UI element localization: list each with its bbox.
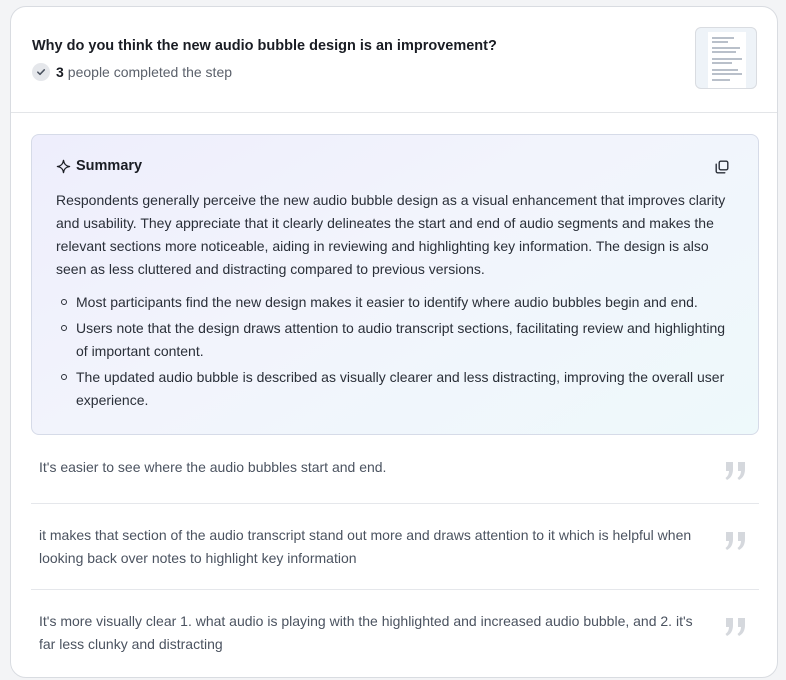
response-item: It's more visually clear 1. what audio i… <box>31 590 759 676</box>
summary-bullets: Most participants find the new design ma… <box>56 291 732 415</box>
completion-status: 3 people completed the step <box>32 63 232 81</box>
summary-bullet: The updated audio bubble is described as… <box>56 366 732 412</box>
summary-text: Respondents generally perceive the new a… <box>56 192 726 277</box>
quote-icon <box>725 532 745 550</box>
summary-title: Summary <box>76 158 143 174</box>
question-title: Why do you think the new audio bubble de… <box>32 38 497 54</box>
copy-summary-button[interactable] <box>712 157 732 177</box>
sparkle-icon <box>56 159 71 173</box>
check-icon <box>32 63 50 81</box>
summary-panel: Summary Respondents generally perceive t… <box>31 134 759 435</box>
completed-count: 3 <box>56 64 64 80</box>
step-thumbnail[interactable] <box>695 27 757 89</box>
summary-bullet: Most participants find the new design ma… <box>56 291 732 314</box>
response-text: It's more visually clear 1. what audio i… <box>39 613 693 652</box>
quote-icon <box>725 462 745 480</box>
thumbnail-page <box>708 32 746 88</box>
copy-icon <box>715 160 729 174</box>
question-header: Why do you think the new audio bubble de… <box>11 7 777 113</box>
summary-bullet: Users note that the design draws attenti… <box>56 317 732 363</box>
response-text: It's easier to see where the audio bubbl… <box>39 459 387 475</box>
summary-heading: Summary <box>56 158 142 174</box>
completed-label: people completed the step <box>67 64 233 80</box>
response-item: It's easier to see where the audio bubbl… <box>31 435 759 504</box>
response-item: it makes that section of the audio trans… <box>31 504 759 590</box>
quote-icon <box>725 618 745 636</box>
response-list: It's easier to see where the audio bubbl… <box>31 435 759 676</box>
question-card: Why do you think the new audio bubble de… <box>10 6 778 678</box>
response-text: it makes that section of the audio trans… <box>39 527 692 566</box>
card-body: Summary Respondents generally perceive t… <box>11 113 777 676</box>
